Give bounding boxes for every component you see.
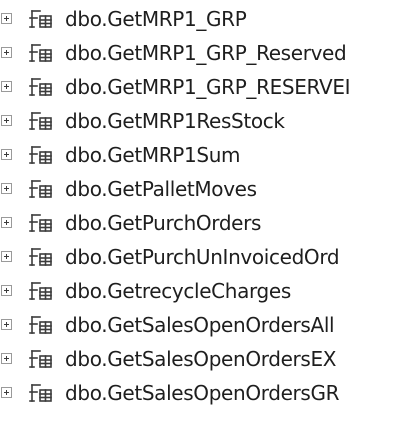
table-valued-function-icon <box>29 316 52 334</box>
table-valued-function-icon <box>29 214 52 232</box>
table-valued-function-icon <box>29 282 52 300</box>
tree-node[interactable]: dbo.GetPurchOrders <box>0 206 393 240</box>
table-valued-function-icon <box>29 146 52 164</box>
table-valued-function-icon <box>29 384 52 402</box>
table-valued-function-icon <box>29 112 52 130</box>
tree-node[interactable]: dbo.GetMRP1_GRP_Reserved <box>0 36 393 70</box>
expand-icon[interactable] <box>1 183 12 194</box>
tree-node-label: dbo.GetMRP1_GRP <box>65 7 247 31</box>
tree-node[interactable]: dbo.GetPalletMoves <box>0 172 393 206</box>
tree-node-label: dbo.GetSalesOpenOrdersAll <box>65 313 335 337</box>
table-valued-function-icon <box>29 180 52 198</box>
expand-icon[interactable] <box>1 251 12 262</box>
expand-icon[interactable] <box>1 149 12 160</box>
tree-node-label: dbo.GetMRP1ResStock <box>65 109 285 133</box>
tree-node-label: dbo.GetSalesOpenOrdersEX <box>65 347 337 371</box>
tree-node-label: dbo.GetMRP1Sum <box>65 143 241 167</box>
expand-icon[interactable] <box>1 387 12 398</box>
table-valued-function-icon <box>29 350 52 368</box>
table-valued-function-icon <box>29 78 52 96</box>
tree-node[interactable]: dbo.GetMRP1_GRP <box>0 2 393 36</box>
tree-node-label: dbo.GetPurchUnInvoicedOrd <box>65 245 340 269</box>
tree-node-label: dbo.GetSalesOpenOrdersGR <box>65 381 340 405</box>
expand-icon[interactable] <box>1 13 12 24</box>
expand-icon[interactable] <box>1 319 12 330</box>
expand-icon[interactable] <box>1 115 12 126</box>
tree-node[interactable]: dbo.GetrecycleCharges <box>0 274 393 308</box>
table-valued-function-icon <box>29 10 52 28</box>
tree-node-label: dbo.GetrecycleCharges <box>65 279 291 303</box>
tree-node[interactable]: dbo.GetSalesOpenOrdersGR <box>0 376 393 410</box>
tree-node[interactable]: dbo.GetPurchUnInvoicedOrd <box>0 240 393 274</box>
tree-node[interactable]: dbo.GetSalesOpenOrdersEX <box>0 342 393 376</box>
expand-icon[interactable] <box>1 47 12 58</box>
tree-node-label: dbo.GetMRP1_GRP_Reserved <box>65 41 347 65</box>
tree-node-label: dbo.GetPurchOrders <box>65 211 262 235</box>
expand-icon[interactable] <box>1 353 12 364</box>
table-valued-function-icon <box>29 44 52 62</box>
tree-node-label: dbo.GetMRP1_GRP_RESERVEI <box>65 75 351 99</box>
tree-node[interactable]: dbo.GetMRP1Sum <box>0 138 393 172</box>
expand-icon[interactable] <box>1 217 12 228</box>
tree-node[interactable]: dbo.GetMRP1ResStock <box>0 104 393 138</box>
tree-node[interactable]: dbo.GetSalesOpenOrdersAll <box>0 308 393 342</box>
tree-node-label: dbo.GetPalletMoves <box>65 177 257 201</box>
table-valued-function-icon <box>29 248 52 266</box>
tree-node[interactable]: dbo.GetMRP1_GRP_RESERVEI <box>0 70 393 104</box>
expand-icon[interactable] <box>1 81 12 92</box>
object-explorer-tree: dbo.GetMRP1_GRP dbo.GetMRP1_GRP_Reserved… <box>0 0 393 428</box>
expand-icon[interactable] <box>1 285 12 296</box>
